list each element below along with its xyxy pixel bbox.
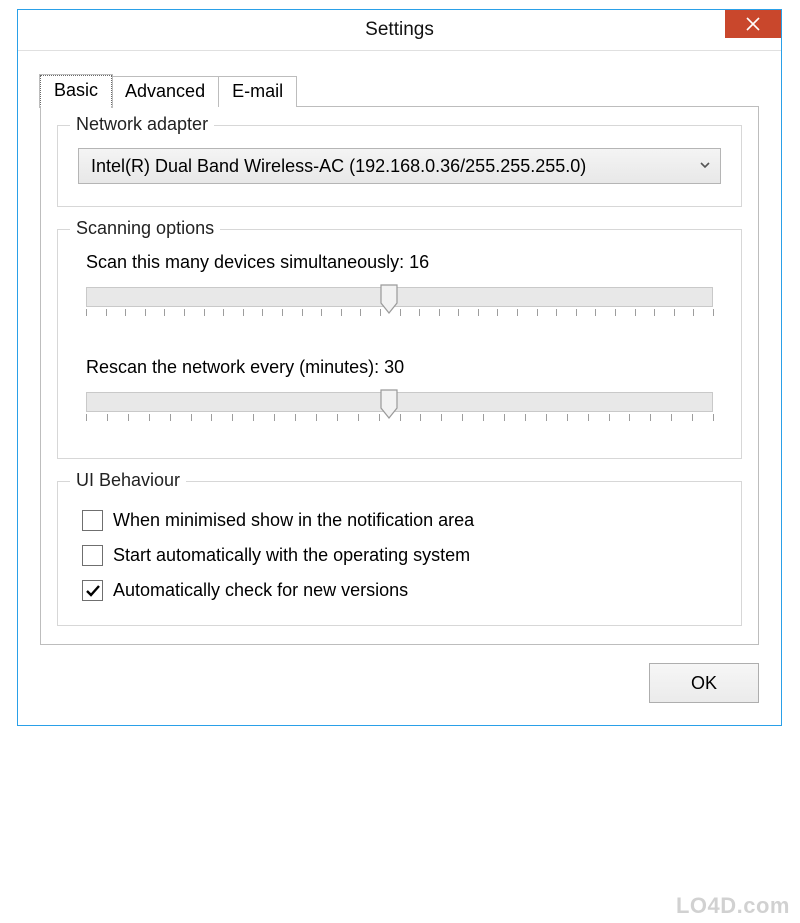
slider-thumb[interactable] <box>379 283 399 315</box>
window-title: Settings <box>365 19 434 41</box>
checkbox-box <box>82 580 103 601</box>
tab-email[interactable]: E-mail <box>218 76 297 107</box>
checkbox-auto-update-check[interactable]: Automatically check for new versions <box>82 580 721 601</box>
group-legend: Scanning options <box>70 218 220 239</box>
group-scanning-options: Scanning options Scan this many devices … <box>57 229 742 459</box>
check-icon <box>85 583 101 599</box>
watermark-text: LO4D.com <box>676 893 790 919</box>
slider-track <box>86 287 713 307</box>
checkbox-label: Start automatically with the operating s… <box>113 545 470 566</box>
group-ui-behaviour: UI Behaviour When minimised show in the … <box>57 481 742 626</box>
tab-label: Basic <box>54 80 98 100</box>
group-legend: Network adapter <box>70 114 214 135</box>
close-icon <box>746 17 760 31</box>
dialog-buttons: OK <box>40 663 759 703</box>
client-area: Basic Advanced E-mail Network adapter In… <box>18 51 781 725</box>
tab-basic[interactable]: Basic <box>40 75 112 107</box>
tab-advanced[interactable]: Advanced <box>111 76 219 107</box>
slider-ticks <box>86 309 713 319</box>
tab-body-basic: Network adapter Intel(R) Dual Band Wirel… <box>40 106 759 645</box>
network-adapter-dropdown[interactable]: Intel(R) Dual Band Wireless-AC (192.168.… <box>78 148 721 184</box>
simultaneous-devices-slider[interactable] <box>86 281 713 327</box>
checkbox-label: When minimised show in the notification … <box>113 510 474 531</box>
ok-button[interactable]: OK <box>649 663 759 703</box>
button-label: OK <box>691 673 717 694</box>
slider-thumb[interactable] <box>379 388 399 420</box>
checkbox-start-with-os[interactable]: Start automatically with the operating s… <box>82 545 721 566</box>
slider-ticks <box>86 414 713 424</box>
rescan-interval-slider[interactable] <box>86 386 713 432</box>
checkbox-box <box>82 510 103 531</box>
checkbox-label: Automatically check for new versions <box>113 580 408 601</box>
dropdown-selected-value: Intel(R) Dual Band Wireless-AC (192.168.… <box>91 156 586 177</box>
slider-label: Scan this many devices simultaneously: 1… <box>86 252 721 273</box>
slider-simultaneous-devices: Scan this many devices simultaneously: 1… <box>78 252 721 327</box>
slider-label: Rescan the network every (minutes): 30 <box>86 357 721 378</box>
tab-strip: Basic Advanced E-mail <box>40 75 759 107</box>
settings-window: Settings Basic Advanced E-mail <box>17 9 782 726</box>
chevron-down-icon <box>698 156 712 177</box>
checkbox-box <box>82 545 103 566</box>
titlebar[interactable]: Settings <box>18 10 781 51</box>
checkbox-minimise-to-tray[interactable]: When minimised show in the notification … <box>82 510 721 531</box>
slider-track <box>86 392 713 412</box>
slider-rescan-interval: Rescan the network every (minutes): 30 <box>78 357 721 432</box>
group-network-adapter: Network adapter Intel(R) Dual Band Wirel… <box>57 125 742 207</box>
close-button[interactable] <box>725 10 781 38</box>
tab-label: Advanced <box>125 81 205 101</box>
group-legend: UI Behaviour <box>70 470 186 491</box>
tab-label: E-mail <box>232 81 283 101</box>
